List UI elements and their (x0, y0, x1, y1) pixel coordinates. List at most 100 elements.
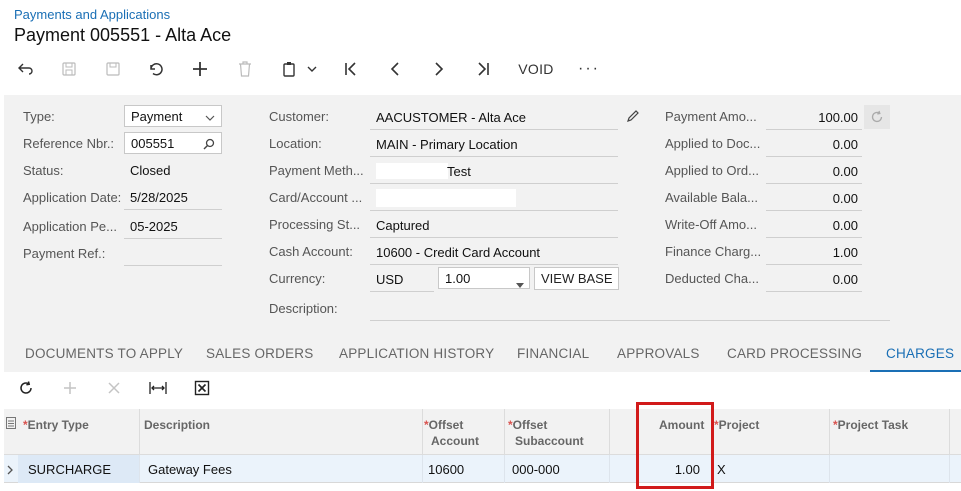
add-row-icon[interactable] (62, 380, 78, 399)
payment-amount-underline (766, 129, 862, 130)
applied-to-orders-value: 0.00 (832, 164, 858, 179)
application-date-underline (124, 209, 222, 210)
search-icon[interactable] (203, 138, 215, 153)
currency-rate-value: 1.00 (445, 271, 471, 286)
available-balance-label: Available Bala... (665, 190, 758, 205)
application-date-value[interactable]: 5/28/2025 (130, 190, 188, 205)
tab-sales-orders[interactable]: SALES ORDERS (206, 346, 313, 361)
location-value[interactable]: MAIN - Primary Location (376, 137, 518, 152)
customer-value[interactable]: AACUSTOMER - Alta Ace (376, 110, 526, 125)
more-actions-button[interactable]: ··· (574, 56, 604, 82)
reference-nbr-input[interactable]: 005551 (124, 132, 222, 154)
type-value: Payment (131, 109, 183, 124)
refresh-icon[interactable] (864, 105, 890, 129)
column-project[interactable]: *Project (714, 417, 759, 433)
save-close-icon[interactable] (58, 56, 80, 82)
summary-form: Type: Payment Reference Nbr.: 005551 Sta… (4, 95, 961, 328)
save-icon[interactable] (102, 56, 124, 82)
processing-status-label: Processing St... (269, 217, 361, 232)
reference-nbr-value: 005551 (131, 136, 175, 151)
payment-ref-underline (124, 265, 222, 266)
view-base-button[interactable]: VIEW BASE (534, 267, 619, 290)
back-icon[interactable] (14, 56, 36, 82)
type-select[interactable]: Payment (124, 105, 222, 127)
chevron-down-icon (205, 111, 215, 126)
add-icon[interactable] (189, 56, 211, 82)
payment-ref-label: Payment Ref.: (23, 246, 106, 261)
amount-column-highlight (636, 402, 714, 489)
row-selector-icon[interactable] (6, 417, 16, 432)
payment-method-value[interactable]: Test (447, 164, 471, 179)
table-row[interactable]: SURCHARGE Gateway Fees 10600 000-000 1.0… (4, 455, 961, 483)
grid-header: *Entry Type Description *Offset Account *… (4, 409, 961, 455)
cash-account-value[interactable]: 10600 - Credit Card Account (376, 245, 540, 260)
currency-code[interactable]: USD (376, 272, 403, 287)
chevron-down-icon[interactable] (303, 56, 321, 82)
location-underline (370, 156, 618, 157)
applied-to-documents-label: Applied to Doc... (665, 136, 761, 151)
available-balance-value: 0.00 (832, 191, 858, 206)
active-tab-indicator (870, 370, 961, 372)
column-project-task[interactable]: *Project Task (833, 417, 908, 433)
undo-icon[interactable] (145, 56, 167, 82)
tab-approvals[interactable]: APPROVALS (617, 346, 700, 361)
pencil-icon[interactable] (626, 109, 640, 126)
card-account-label: Card/Account ... (269, 190, 363, 205)
delete-row-icon[interactable] (106, 380, 122, 399)
application-period-underline (124, 238, 222, 239)
applied-to-orders-label: Applied to Ord... (665, 163, 759, 178)
next-record-icon[interactable] (428, 56, 450, 82)
payment-method-underline (370, 183, 618, 184)
column-offset-account[interactable]: *Offset Account (424, 417, 479, 449)
tab-financial[interactable]: FINANCIAL (517, 346, 589, 361)
redaction-block (376, 189, 516, 207)
customer-label: Customer: (269, 109, 329, 124)
tab-charges[interactable]: CHARGES (886, 346, 954, 361)
offset-account-value[interactable]: 10600 (428, 462, 464, 477)
fit-columns-icon[interactable] (149, 380, 167, 399)
payment-amount-label: Payment Amo... (665, 109, 757, 124)
tab-bar: DOCUMENTS TO APPLY SALES ORDERS APPLICAT… (4, 328, 961, 372)
entry-type-value: SURCHARGE (28, 462, 112, 477)
caret-down-icon (516, 276, 524, 291)
write-off-amount-value: 0.00 (832, 218, 858, 233)
finance-charges-underline (766, 264, 862, 265)
row-pointer-icon (7, 463, 14, 478)
grid-toolbar (4, 376, 961, 406)
tab-documents-to-apply[interactable]: DOCUMENTS TO APPLY (25, 346, 183, 361)
previous-record-icon[interactable] (384, 56, 406, 82)
application-period-value[interactable]: 05-2025 (130, 219, 178, 234)
write-off-amount-underline (766, 237, 862, 238)
tab-application-history[interactable]: APPLICATION HISTORY (339, 346, 494, 361)
write-off-amount-label: Write-Off Amo... (665, 217, 757, 232)
applied-to-orders-underline (766, 183, 862, 184)
payment-amount-value[interactable]: 100.00 (798, 110, 858, 125)
column-offset-subaccount[interactable]: *Offset Subaccount (508, 417, 584, 449)
card-account-underline (370, 210, 618, 211)
column-entry-type[interactable]: *Entry Type (23, 417, 89, 433)
deducted-charges-value: 0.00 (832, 272, 858, 287)
redaction-block (376, 163, 448, 179)
breadcrumb[interactable]: Payments and Applications (14, 7, 170, 22)
void-button[interactable]: VOID (514, 56, 558, 82)
description-value[interactable]: Gateway Fees (148, 462, 232, 477)
currency-rate-select[interactable]: 1.00 (438, 267, 530, 289)
description-label: Description: (269, 301, 338, 316)
type-label: Type: (23, 109, 55, 124)
offset-subaccount-value[interactable]: 000-000 (512, 462, 560, 477)
last-record-icon[interactable] (472, 56, 494, 82)
export-excel-icon[interactable] (194, 380, 210, 399)
refresh-icon[interactable] (18, 380, 34, 399)
payment-method-label: Payment Meth... (269, 163, 364, 178)
customer-underline (370, 129, 618, 130)
finance-charges-value: 1.00 (832, 245, 858, 260)
application-period-label: Application Pe... (23, 219, 117, 234)
delete-icon[interactable] (234, 56, 256, 82)
project-value[interactable]: X (717, 462, 726, 477)
first-record-icon[interactable] (340, 56, 362, 82)
available-balance-underline (766, 210, 862, 211)
tab-card-processing[interactable]: CARD PROCESSING (727, 346, 862, 361)
clipboard-icon[interactable] (278, 56, 300, 82)
column-description[interactable]: Description (144, 417, 210, 433)
reference-nbr-label: Reference Nbr.: (23, 136, 115, 151)
